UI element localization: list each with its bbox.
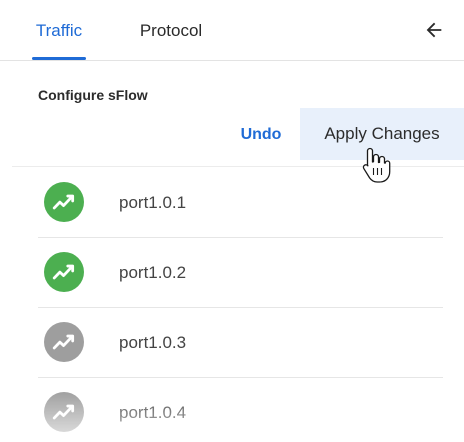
divider bbox=[12, 166, 464, 167]
port-row[interactable]: port1.0.3 bbox=[38, 308, 443, 378]
apply-changes-button[interactable]: Apply Changes bbox=[300, 108, 464, 160]
port-label: port1.0.2 bbox=[119, 263, 187, 282]
port-row[interactable]: port1.0.2 bbox=[38, 238, 443, 308]
trend-icon[interactable] bbox=[44, 182, 84, 222]
port-row[interactable]: port1.0.1 bbox=[38, 168, 443, 238]
active-tab-indicator bbox=[32, 57, 86, 60]
trend-icon[interactable] bbox=[44, 392, 84, 432]
section-title: Configure sFlow bbox=[38, 87, 148, 103]
tab-bar: Traffic Protocol bbox=[0, 0, 464, 61]
trend-icon[interactable] bbox=[44, 322, 84, 362]
tab-protocol[interactable]: Protocol bbox=[122, 0, 220, 61]
sflow-config-screen: Traffic Protocol Configure sFlow Undo Ap… bbox=[0, 0, 464, 442]
port-label: port1.0.1 bbox=[119, 193, 187, 212]
undo-button[interactable]: Undo bbox=[229, 111, 293, 159]
back-button[interactable] bbox=[418, 14, 450, 46]
port-label: port1.0.3 bbox=[119, 333, 187, 352]
port-label: port1.0.4 bbox=[119, 403, 187, 422]
tab-traffic[interactable]: Traffic bbox=[20, 0, 98, 61]
port-row[interactable]: port1.0.4 bbox=[38, 378, 443, 442]
arrow-left-icon bbox=[426, 22, 442, 38]
trend-icon[interactable] bbox=[44, 252, 84, 292]
